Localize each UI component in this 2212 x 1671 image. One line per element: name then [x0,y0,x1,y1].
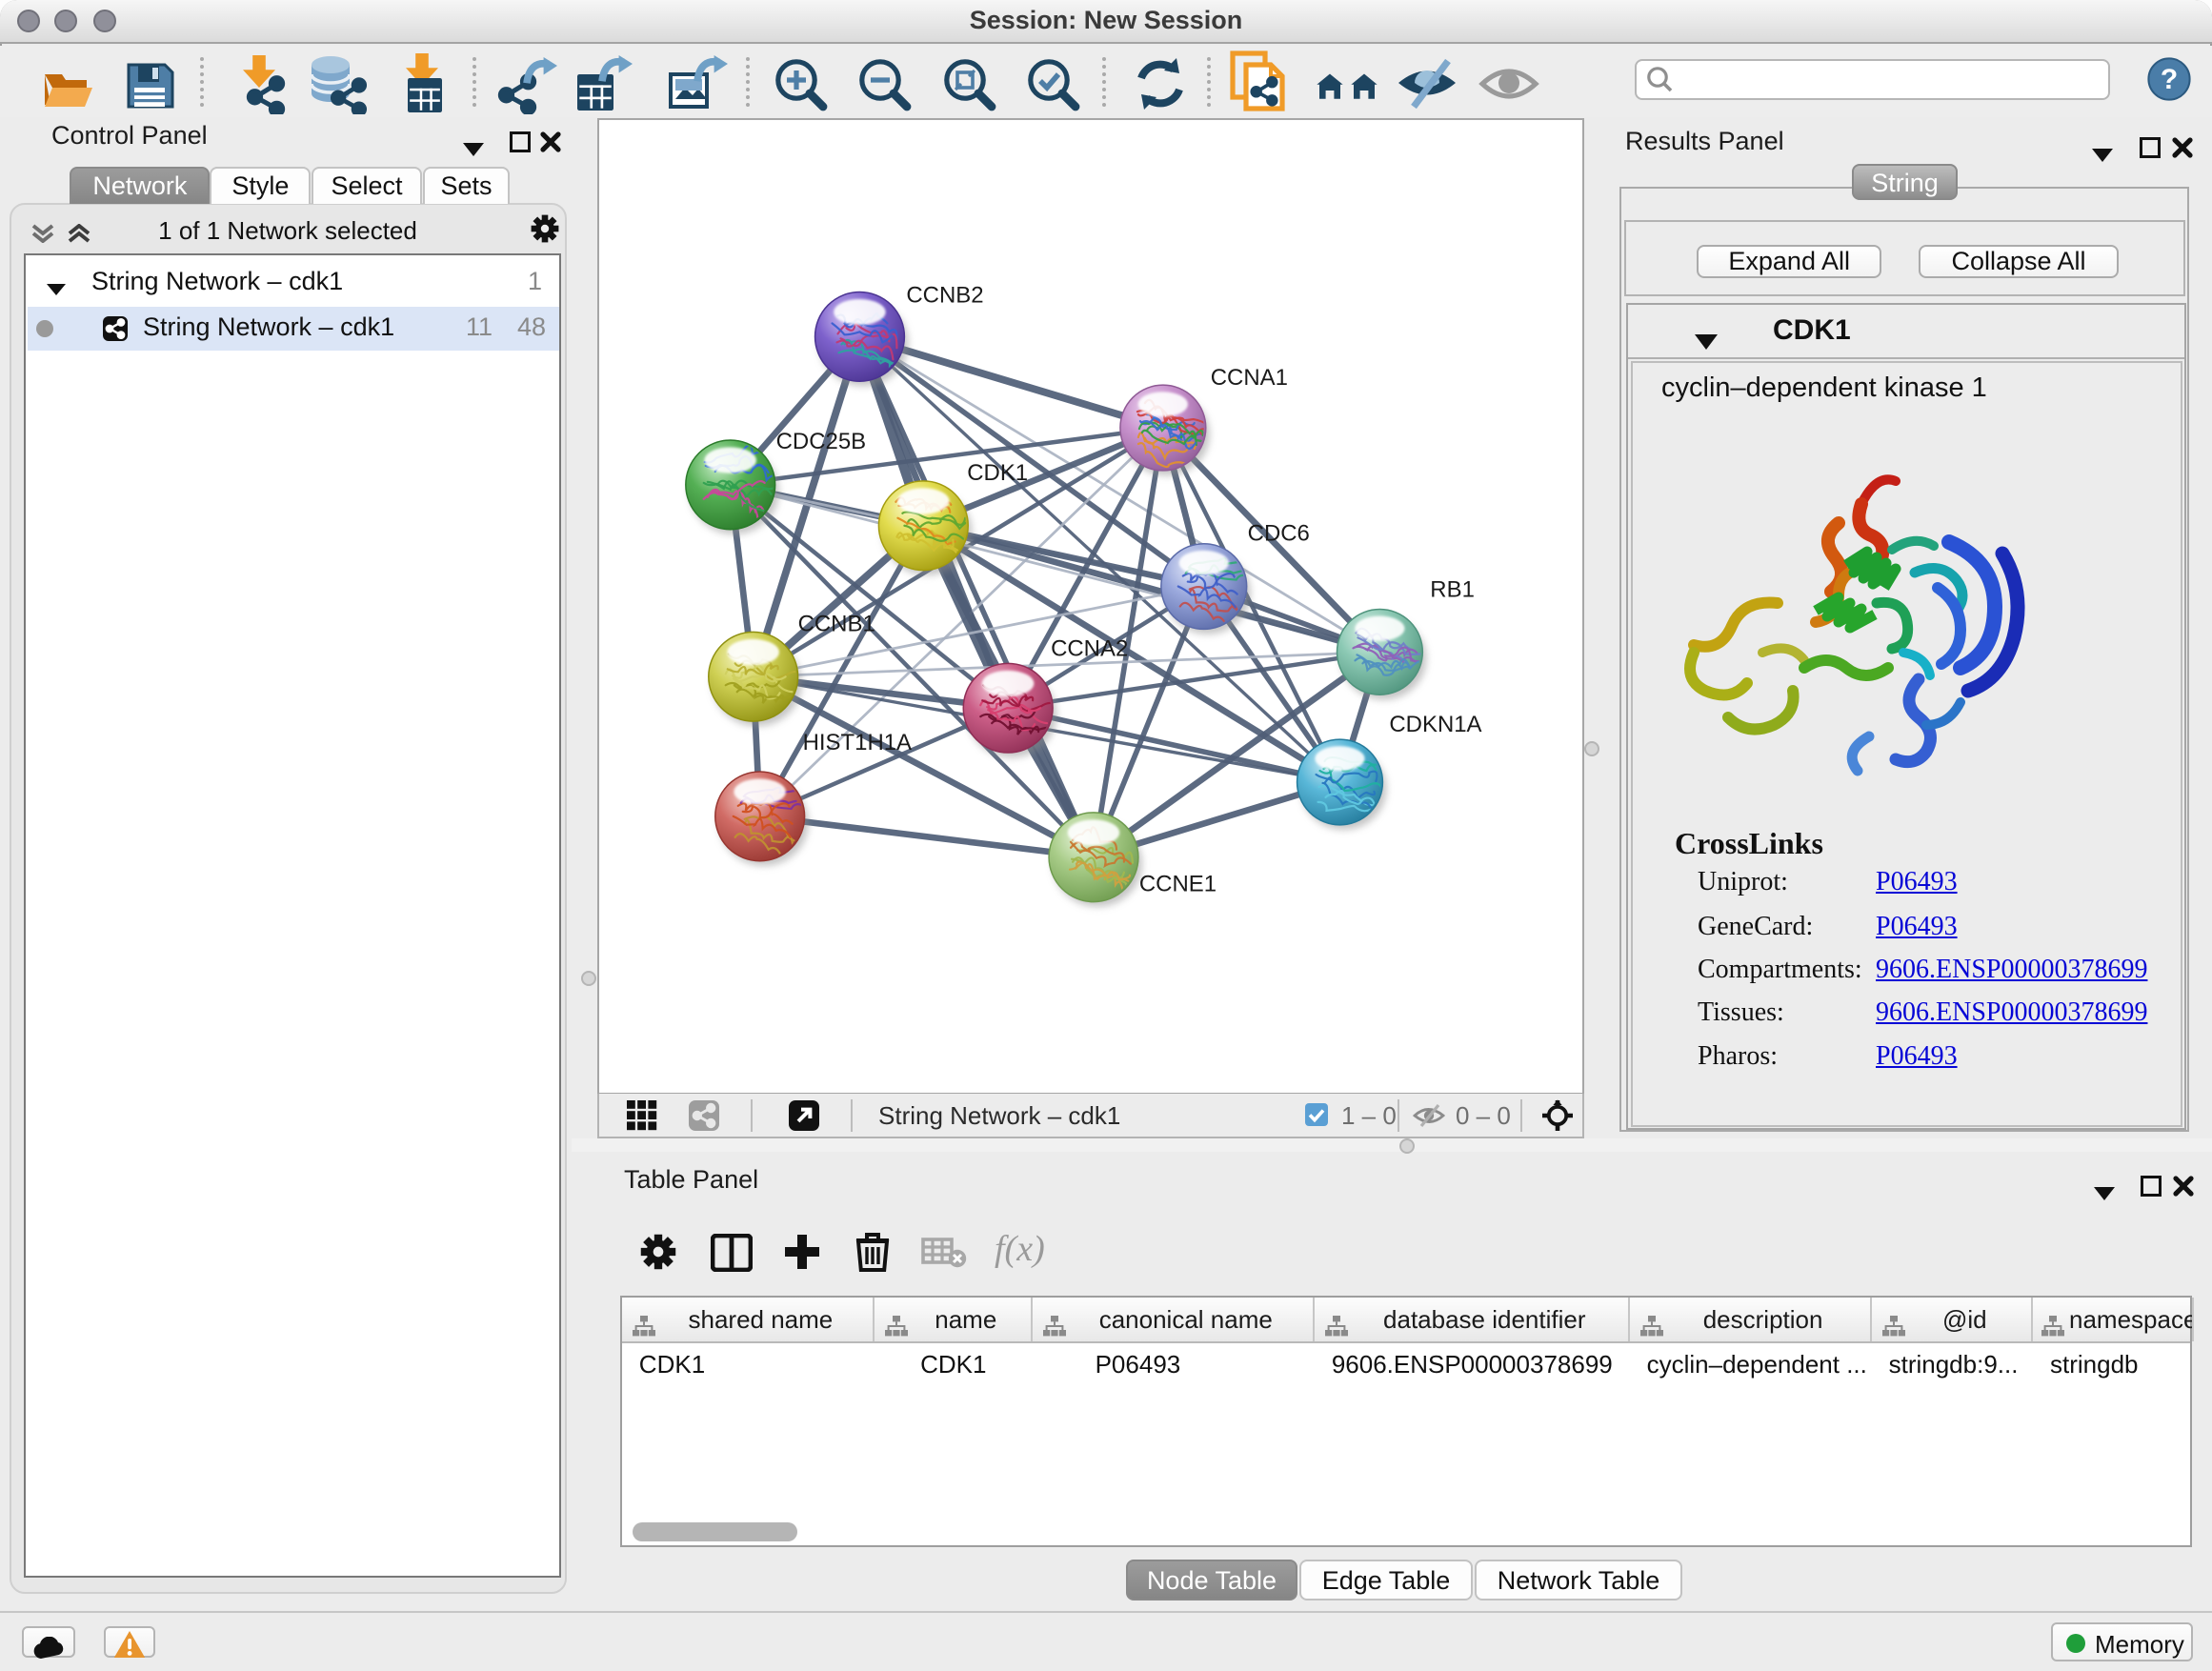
svg-text:HIST1H1A: HIST1H1A [803,730,912,755]
svg-text:CCNB1: CCNB1 [798,611,875,636]
svg-text:RB1: RB1 [1430,577,1475,603]
svg-text:?: ? [2161,64,2178,95]
svg-text:CDC25B: CDC25B [776,429,867,454]
svg-text:CCNB2: CCNB2 [906,282,983,308]
svg-text:CDC6: CDC6 [1248,521,1310,547]
svg-text:CCNA2: CCNA2 [1051,635,1128,661]
svg-text:CCNA1: CCNA1 [1211,365,1288,391]
svg-text:CCNE1: CCNE1 [1139,872,1217,897]
svg-text:CDK1: CDK1 [967,460,1028,486]
svg-text:CDKN1A: CDKN1A [1389,712,1481,737]
